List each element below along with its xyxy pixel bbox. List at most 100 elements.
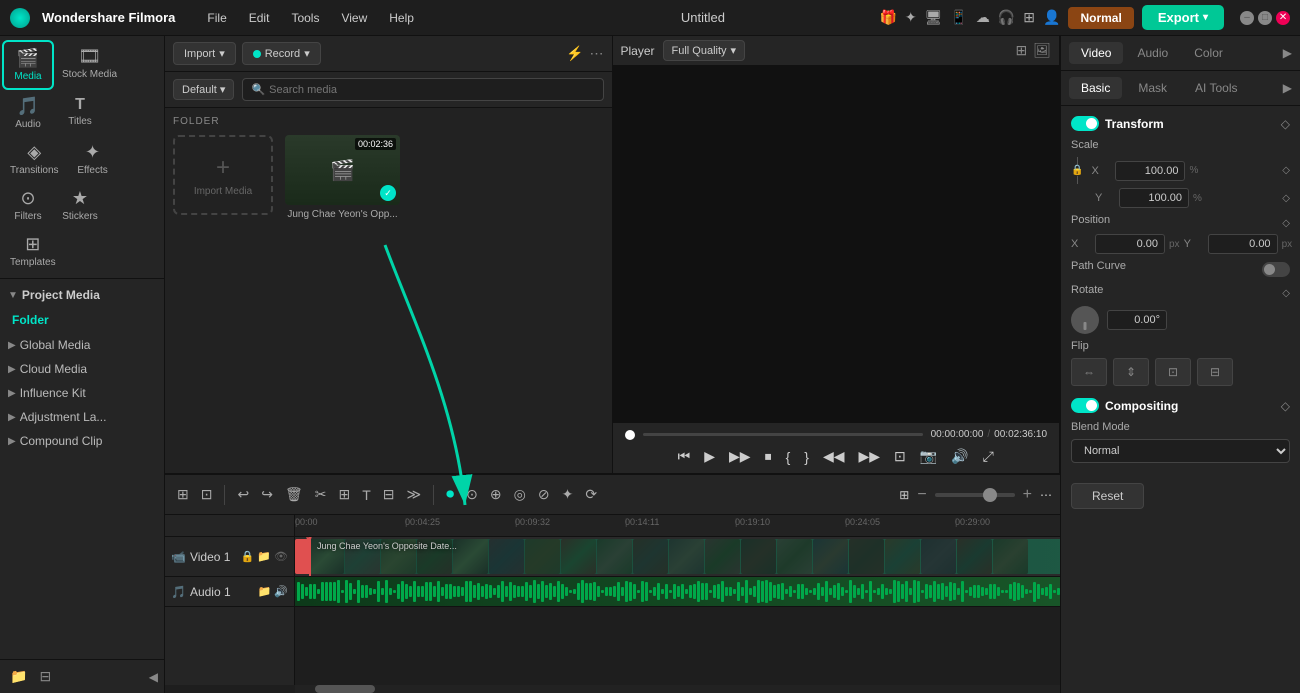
- zoom-thumb[interactable]: [983, 488, 997, 502]
- compositing-keyframe-icon[interactable]: ◇: [1281, 399, 1290, 413]
- photo-icon[interactable]: 🖼: [1033, 42, 1051, 59]
- text-icon[interactable]: T: [358, 483, 375, 507]
- rotate-keyframe[interactable]: ◇: [1282, 288, 1290, 299]
- play-button[interactable]: ▶: [700, 446, 719, 467]
- effects-timeline-icon[interactable]: ✦: [558, 482, 578, 507]
- marker-icon[interactable]: ⊕: [486, 482, 506, 507]
- tab-audio[interactable]: Audio: [1125, 42, 1180, 64]
- pos-x-input[interactable]: [1095, 234, 1165, 254]
- purchase-button[interactable]: Normal: [1068, 7, 1133, 29]
- layout-icon[interactable]: ⊞: [899, 488, 909, 502]
- grid-view-icon[interactable]: ⊞: [1015, 42, 1027, 59]
- video-thumb[interactable]: 🎬 00:02:36 ✓ Jung Chae Yeon's Opp...: [285, 135, 400, 220]
- next-frame-button[interactable]: ▶▶: [855, 446, 885, 467]
- add-folder-icon[interactable]: 📁: [6, 666, 31, 687]
- playhead[interactable]: [309, 537, 311, 576]
- folder-item[interactable]: Folder: [0, 307, 164, 333]
- audio-volume-icon[interactable]: 🔊: [274, 585, 288, 598]
- snapshot-button[interactable]: 📷: [916, 446, 941, 467]
- magic-icon[interactable]: ✦: [905, 9, 917, 26]
- toolbar-media[interactable]: 🎬 Media: [2, 40, 54, 90]
- play-pause-button[interactable]: ▶▶: [725, 446, 755, 467]
- lock-icon[interactable]: 🔒: [1071, 165, 1083, 176]
- flip-horizontal-button[interactable]: ⇔: [1071, 358, 1107, 386]
- flip-vertical-2-button[interactable]: ⊟: [1197, 358, 1233, 386]
- toolbar-titles[interactable]: T Titles: [54, 90, 106, 136]
- adjustment-layer-item[interactable]: ▶ Adjustment La...: [0, 405, 164, 429]
- blend-mode-select[interactable]: Normal Multiply Screen Overlay: [1071, 439, 1290, 463]
- transform-toggle[interactable]: [1071, 116, 1099, 131]
- tab-color[interactable]: Color: [1182, 42, 1235, 64]
- toolbar-stickers[interactable]: ★ Stickers: [54, 182, 106, 228]
- fullscreen-button[interactable]: ⤢: [979, 446, 998, 467]
- gift-icon[interactable]: 🎁: [879, 9, 896, 26]
- redo-icon[interactable]: ↪: [257, 482, 277, 507]
- mark-out-button[interactable]: }: [800, 447, 813, 467]
- menu-view[interactable]: View: [331, 7, 377, 29]
- prop-tabs-arrow[interactable]: ▶: [1283, 46, 1292, 60]
- mobile-icon[interactable]: 📱: [950, 9, 967, 26]
- position-keyframe[interactable]: ◇: [1282, 218, 1290, 229]
- playhead-dot[interactable]: [625, 430, 635, 440]
- menu-help[interactable]: Help: [379, 7, 424, 29]
- speed-icon[interactable]: ⟳: [581, 482, 601, 507]
- video-eye-icon[interactable]: 👁: [274, 550, 288, 563]
- toolbar-templates[interactable]: ⊞ Templates: [2, 228, 64, 274]
- reset-button[interactable]: Reset: [1071, 483, 1144, 509]
- tab-video[interactable]: Video: [1069, 42, 1123, 64]
- audio-mute-icon[interactable]: ⊘: [534, 482, 554, 507]
- sub-tab-ai-tools[interactable]: AI Tools: [1183, 77, 1249, 99]
- zoom-out-button[interactable]: −: [913, 484, 930, 506]
- global-media-item[interactable]: ▶ Global Media: [0, 333, 164, 357]
- scrollbar-thumb[interactable]: [315, 685, 375, 693]
- transform-keyframe-icon[interactable]: ◇: [1281, 117, 1290, 131]
- prev-frame-button[interactable]: ◀◀: [819, 446, 849, 467]
- import-media-placeholder[interactable]: + Import Media: [173, 135, 273, 215]
- menu-file[interactable]: File: [197, 7, 236, 29]
- pos-y-input[interactable]: [1208, 234, 1278, 254]
- menu-edit[interactable]: Edit: [239, 7, 280, 29]
- menu-tools[interactable]: Tools: [281, 7, 329, 29]
- minimize-button[interactable]: –: [1240, 11, 1254, 25]
- export-button[interactable]: Export ▾: [1142, 5, 1224, 30]
- collapse-panel-icon[interactable]: ◀: [149, 670, 158, 684]
- compound-clip-item[interactable]: ▶ Compound Clip: [0, 429, 164, 453]
- pip-button[interactable]: ⊡: [890, 446, 910, 467]
- sub-tab-mask[interactable]: Mask: [1126, 77, 1179, 99]
- silence-detect-icon[interactable]: ⊡: [197, 482, 217, 507]
- minus-icon[interactable]: ⊟: [379, 482, 399, 507]
- more-timeline-icon[interactable]: ⋯: [1040, 488, 1052, 502]
- mark-in-button[interactable]: {: [782, 447, 795, 467]
- zoom-in-button[interactable]: +: [1019, 484, 1036, 506]
- delete-icon[interactable]: 🗑: [281, 482, 307, 507]
- zoom-track[interactable]: [935, 493, 1015, 497]
- more-icon[interactable]: ⋯: [590, 45, 604, 62]
- sub-tab-basic[interactable]: Basic: [1069, 77, 1122, 99]
- headphone-icon[interactable]: 🎧: [998, 9, 1015, 26]
- more-tools-icon[interactable]: ≫: [402, 482, 425, 507]
- cloud-icon[interactable]: ☁: [976, 9, 990, 26]
- apps-icon[interactable]: ⊞: [1023, 9, 1035, 26]
- scale-y-keyframe[interactable]: ◇: [1282, 193, 1290, 204]
- scale-y-input[interactable]: [1119, 188, 1189, 208]
- progress-track[interactable]: [643, 433, 923, 436]
- video-clip[interactable]: Jung Chae Yeon's Opposite Date...: [309, 539, 1060, 574]
- screen-icon[interactable]: 🖥: [925, 9, 943, 26]
- toolbar-audio[interactable]: 🎵 Audio: [2, 90, 54, 136]
- quality-select[interactable]: Full Quality ▾: [663, 40, 746, 61]
- undo-icon[interactable]: ↩: [233, 482, 253, 507]
- compound-icon[interactable]: ◎: [510, 482, 530, 507]
- record-timeline-icon[interactable]: ⏺: [442, 482, 458, 508]
- crop-icon[interactable]: ⊞: [334, 482, 354, 507]
- influence-kit-item[interactable]: ▶ Influence Kit: [0, 381, 164, 405]
- scale-x-input[interactable]: [1115, 161, 1185, 181]
- video-folder-icon[interactable]: 📁: [257, 550, 271, 563]
- audio-waveform[interactable]: [295, 577, 1060, 606]
- compositing-toggle[interactable]: [1071, 398, 1099, 413]
- volume-button[interactable]: 🔊: [947, 446, 972, 467]
- filter-icon[interactable]: ⚡: [566, 45, 583, 62]
- snap-icon[interactable]: ⊙: [462, 482, 482, 507]
- path-curve-toggle[interactable]: [1262, 262, 1290, 277]
- toolbar-effects[interactable]: ✦ Effects: [67, 136, 119, 182]
- video-lock-icon[interactable]: 🔒: [241, 550, 255, 563]
